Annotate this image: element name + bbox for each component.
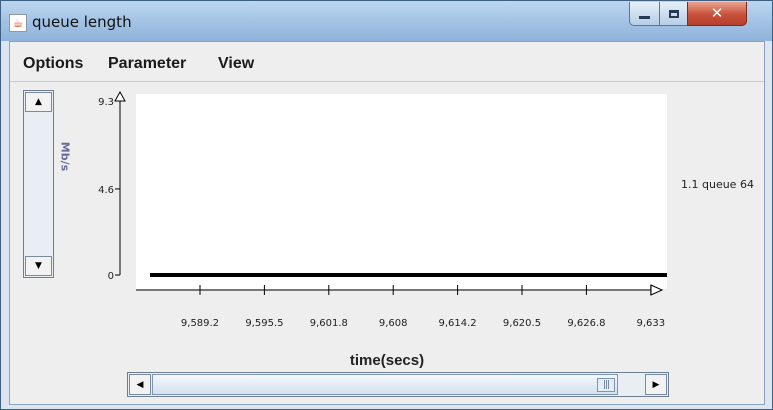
scroll-thumb[interactable]: ||| <box>152 374 618 395</box>
maximize-icon <box>668 9 679 18</box>
x-tick-label: 9,589.2 <box>181 318 219 329</box>
x-tick-label: 9,608 <box>379 318 408 329</box>
title-bar[interactable]: ☕ queue length ✕ <box>1 1 772 41</box>
horizontal-scrollbar[interactable]: ◀ ||| ▶ <box>127 372 669 397</box>
window-title: queue length <box>32 13 132 31</box>
chart: 9.3 4.6 0 9,589.2 9,595.5 9,601.8 9,608 9,614.… <box>98 90 667 329</box>
x-tick-label: 9,614.2 <box>439 318 477 329</box>
x-axis-arrow <box>650 284 664 296</box>
minimize-icon <box>639 16 650 19</box>
close-button[interactable]: ✕ <box>687 2 747 26</box>
y-axis-arrow <box>114 90 126 102</box>
close-icon: ✕ <box>710 4 724 22</box>
minimize-button[interactable] <box>629 2 660 26</box>
y-axis-label-wrap: Mb/s <box>55 142 75 176</box>
x-tick-label: 9,633 <box>636 318 665 329</box>
x-tick-label: 9,601.8 <box>310 318 348 329</box>
x-tick-label: 9,595.5 <box>245 318 283 329</box>
client-area: Options Parameter View ▲ ▼ 9.3 4.6 0 9,589… <box>9 41 765 405</box>
y-ticks: 9.3 4.6 0 <box>98 97 120 282</box>
x-axis-title: time(secs) <box>349 352 425 369</box>
y-axis-label: Mb/s <box>58 141 72 172</box>
scroll-left-button[interactable]: ◀ <box>129 374 151 395</box>
arrow-right-icon: ▶ <box>652 379 660 390</box>
y-tick-label: 0 <box>108 271 114 282</box>
java-cup-icon: ☕ <box>9 14 27 32</box>
x-ticks: 9,589.2 9,595.5 9,601.8 9,608 9,614.2 9,620.5… <box>181 285 665 329</box>
chart-axes <box>114 90 664 296</box>
y-tick-label: 4.6 <box>98 185 114 196</box>
app-window: ☕ queue length ✕ Options Parameter View … <box>0 0 773 410</box>
maximize-button[interactable] <box>659 2 688 26</box>
y-tick-label: 9.3 <box>98 97 114 108</box>
x-tick-label: 9,626.8 <box>567 318 605 329</box>
grip-icon: ||| <box>597 378 615 392</box>
legend-entry: 1.1 queue 64 <box>681 178 754 191</box>
arrow-left-icon: ◀ <box>136 379 144 390</box>
scroll-right-button[interactable]: ▶ <box>645 374 667 395</box>
x-tick-label: 9,620.5 <box>503 318 541 329</box>
